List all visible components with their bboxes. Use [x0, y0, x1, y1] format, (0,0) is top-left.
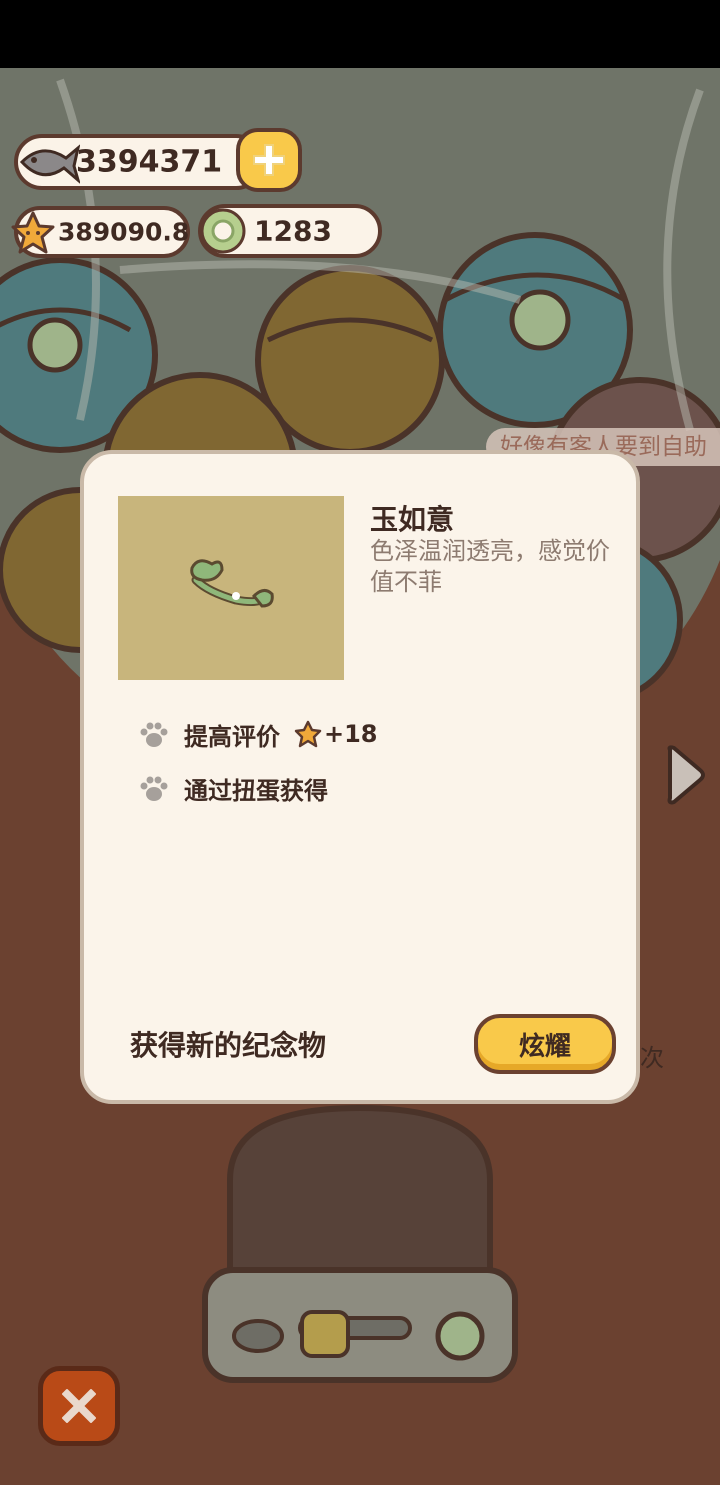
- effect-row: 提高评价 +18: [138, 716, 378, 752]
- effect-label: 提高评价: [184, 722, 280, 751]
- item-description: 色泽温润透亮，感觉价值不菲: [370, 537, 610, 596]
- fish-icon: [19, 144, 80, 184]
- star-count: 389090.8: [58, 217, 190, 247]
- coin-counter: 1283: [198, 204, 382, 258]
- star-icon: [11, 211, 55, 254]
- plus-icon: [253, 144, 285, 176]
- coin-icon: [200, 208, 246, 254]
- item-name: 玉如意: [370, 503, 455, 536]
- side-label: 次: [640, 1044, 664, 1072]
- item-image: [118, 496, 344, 680]
- star-icon: [294, 720, 322, 748]
- coin-count: 1283: [254, 214, 332, 248]
- source-label: 通过扭蛋获得: [184, 776, 328, 805]
- fish-counter: 3394371: [14, 134, 264, 190]
- effect-value: +18: [324, 720, 378, 748]
- add-fish-button[interactable]: [236, 128, 302, 192]
- fish-count: 3394371: [76, 144, 223, 180]
- close-icon: [62, 1389, 96, 1423]
- close-button[interactable]: [38, 1366, 120, 1446]
- souvenir-popup: 玉如意 色泽温润透亮，感觉价值不菲 提高评价 +18 通过扭蛋获得 获得新的纪念…: [80, 450, 640, 1104]
- paw-icon: [140, 776, 168, 801]
- source-row: 通过扭蛋获得: [138, 770, 328, 806]
- new-souvenir-text: 获得新的纪念物: [130, 1029, 327, 1062]
- next-arrow-icon[interactable]: [662, 744, 706, 806]
- jade-ruyi-icon: [190, 559, 274, 608]
- star-counter: 389090.8: [11, 206, 190, 258]
- show-off-button[interactable]: 炫耀: [474, 1014, 616, 1074]
- paw-icon: [140, 722, 168, 747]
- status-bar: [0, 0, 720, 68]
